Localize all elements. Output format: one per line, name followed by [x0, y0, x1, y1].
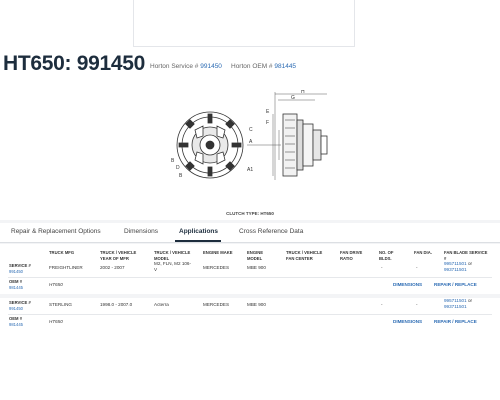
row-service-label: SERVICE # 991450	[9, 300, 31, 311]
repair-replace-link[interactable]: REPAIR / REPLACE	[434, 282, 477, 287]
row-service-label: SERVICE # 991450	[9, 263, 31, 274]
col-header-truck-mfg: TRUCK MFG	[49, 250, 75, 255]
fan-blade-or: or	[467, 298, 473, 303]
tab-cross-reference[interactable]: Cross Reference Data	[239, 228, 303, 235]
tab-dimensions[interactable]: Dimensions	[124, 228, 158, 235]
cell-fan-blade: 995711501 or 993711501	[444, 298, 472, 310]
cell-clutch: HT650	[49, 319, 63, 324]
clutch-diagram: H G E F C A A1 B D B	[171, 90, 328, 180]
row-service-link[interactable]: 991450	[9, 269, 23, 274]
cell-no-blds: -	[381, 302, 383, 307]
oem-label: Horton OEM #	[231, 63, 273, 70]
repair-replace-link[interactable]: REPAIR / REPLACE	[434, 319, 477, 324]
dim-label-g: G	[291, 95, 295, 101]
diagram-caption: CLUTCH TYPE: HT650	[226, 211, 274, 216]
cell-model: M2, FLN, M2 106-V	[154, 261, 192, 272]
cell-clutch: HT650	[49, 282, 63, 287]
col-header-fan-drive-ratio: FAN DRIVE RATIO	[340, 250, 363, 261]
cell-model: Acterra	[154, 302, 169, 307]
dimensions-link[interactable]: DIMENSIONS	[393, 282, 422, 287]
horton-service-number: Horton Service # 991450	[150, 63, 222, 70]
col-header-no-blds: NO. OF BLDS.	[379, 250, 394, 261]
cell-no-blds: -	[381, 265, 383, 270]
fan-blade-link-1[interactable]: 995711501	[444, 261, 467, 266]
fan-blade-or: or	[467, 261, 473, 266]
row-oem-link[interactable]: 981445	[9, 285, 23, 290]
row-separator	[0, 294, 500, 298]
service-label: Horton Service #	[150, 63, 199, 70]
row-oem-link[interactable]: 981445	[9, 322, 23, 327]
row-divider	[8, 314, 492, 315]
cell-fan-blade: 995711501 or 993711501	[444, 261, 472, 273]
dim-label-d: D	[176, 165, 180, 171]
fan-blade-link-1[interactable]: 995711501	[444, 298, 467, 303]
diagram-area: H G E F C A A1 B D B CLUTCH TYPE: HT650	[0, 88, 500, 220]
fan-blade-link-2[interactable]: 993711501	[444, 304, 467, 309]
cell-fan-dia: -	[416, 302, 418, 307]
horton-oem-number: Horton OEM # 981445	[231, 63, 296, 70]
cell-truck-mfg: FREIGHTLINER	[49, 265, 83, 270]
dim-label-h: H	[301, 90, 305, 95]
applications-table: TRUCK MFG TRUCK / VEHICLE YEAR OF MFR TR…	[0, 244, 500, 366]
col-header-fan-dia: FAN DIA.	[414, 250, 432, 255]
cell-engine-make: MERCEDES	[203, 265, 230, 270]
cell-engine-model: MBE 900	[247, 302, 266, 307]
page-header: HT650: 991450 Horton Service # 991450 Ho…	[0, 52, 500, 86]
row-divider	[8, 277, 492, 278]
dim-label-c: C	[249, 127, 253, 133]
dim-label-e: E	[266, 109, 270, 115]
dim-label-b: B	[171, 158, 175, 164]
cell-year: 2002 - 2007	[100, 265, 125, 270]
cell-engine-model: MBE 900	[247, 265, 266, 270]
col-header-engine-model: ENGINE MODEL	[247, 250, 264, 261]
page-title: HT650: 991450	[3, 52, 146, 75]
cell-engine-make: MERCEDES	[203, 302, 230, 307]
top-card-fragment	[133, 0, 355, 47]
product-panel: H G E F C A A1 B D B CLUTCH TYPE: HT650 …	[0, 88, 500, 366]
tab-applications[interactable]: Applications	[179, 228, 218, 235]
dim-label-a: A	[249, 139, 253, 145]
row-service-link[interactable]: 991450	[9, 306, 23, 311]
dimensions-link[interactable]: DIMENSIONS	[393, 319, 422, 324]
cell-truck-mfg: STERLING	[49, 302, 72, 307]
dim-label-a1: A1	[247, 167, 253, 173]
fan-blade-link-2[interactable]: 993711501	[444, 267, 467, 272]
cell-year: 1998.0 - 2007.0	[100, 302, 133, 307]
row-oem-label: OEM # 981445	[9, 316, 23, 327]
active-tab-indicator	[175, 240, 221, 242]
oem-number-link[interactable]: 981445	[274, 63, 296, 70]
row-oem-label: OEM # 981445	[9, 279, 23, 290]
tab-bar: Repair & Replacement Options Dimensions …	[0, 223, 500, 243]
cell-fan-dia: -	[416, 265, 418, 270]
service-number-link[interactable]: 991450	[200, 63, 222, 70]
col-header-engine-make: ENGINE MAKE	[203, 250, 233, 255]
tab-repair-replacement[interactable]: Repair & Replacement Options	[11, 228, 101, 235]
dim-label-f: F	[266, 120, 269, 126]
col-header-year: TRUCK / VEHICLE YEAR OF MFR	[100, 250, 137, 261]
dim-label-b2: B	[179, 173, 183, 179]
col-header-fan-center: TRUCK / VEHICLE FAN CENTER	[286, 250, 323, 261]
